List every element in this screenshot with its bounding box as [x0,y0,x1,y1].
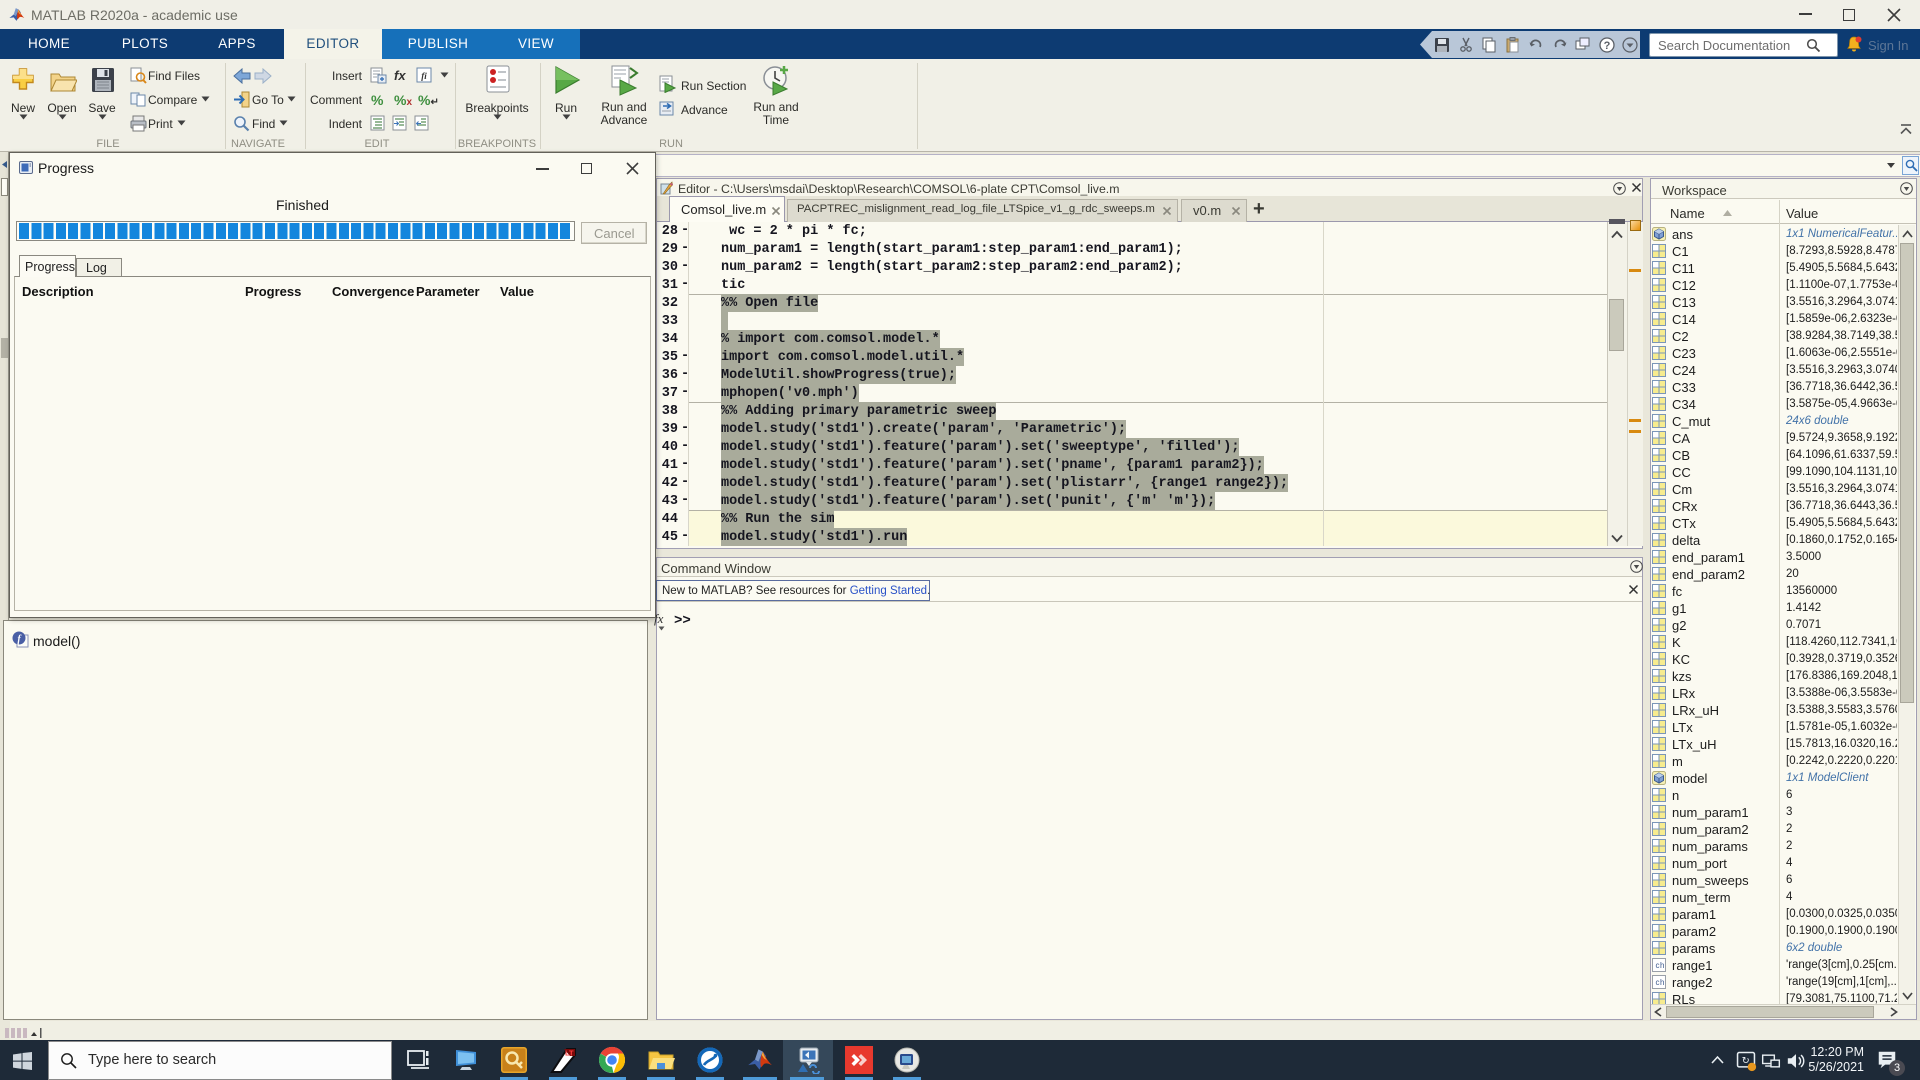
svg-text:h: h [1660,978,1664,987]
svg-text:c: c [1656,961,1660,970]
svg-text:fi: fi [421,71,427,81]
svg-text:?: ? [1603,40,1610,52]
svg-text:LT: LT [565,1049,574,1058]
svg-text:c: c [1656,978,1660,987]
svg-text:↻: ↻ [1742,1056,1750,1066]
svg-text:h: h [1660,961,1664,970]
